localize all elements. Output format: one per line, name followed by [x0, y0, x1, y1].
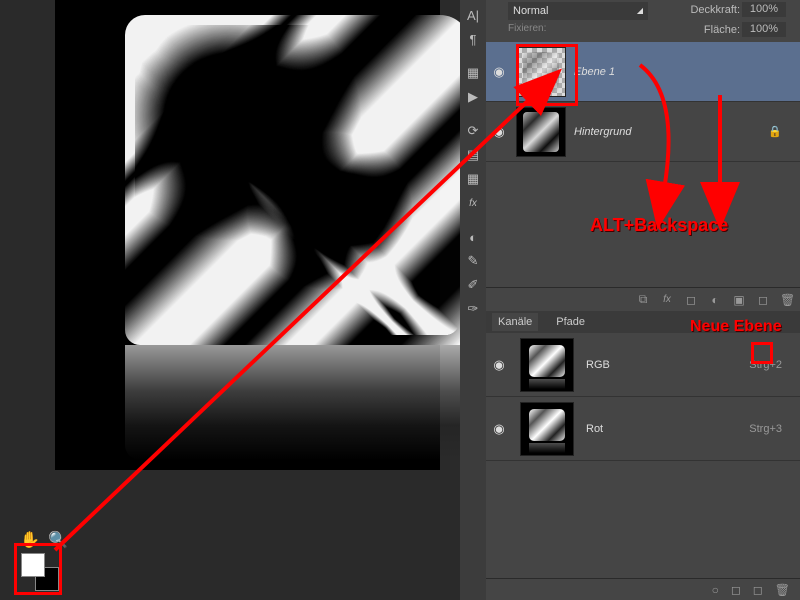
color-swatches[interactable] — [21, 553, 59, 591]
side-toolstrip: A| ¶ ▦ ▶ ⟳ ▤ ▦ fx ◐ ✎ ✐ ✑ — [460, 0, 486, 600]
image-reflection — [125, 345, 470, 460]
new-channel-icon[interactable]: ◻ — [753, 583, 763, 597]
character-panel-icon[interactable]: A| — [462, 4, 484, 26]
fx-icon[interactable]: fx — [462, 192, 484, 214]
brushset-icon[interactable]: ✑ — [462, 298, 484, 320]
channel-thumbnail[interactable] — [520, 402, 574, 456]
layer-row[interactable]: ◉ Hintergrund 🔒 — [486, 102, 800, 162]
tab-paths[interactable]: Pfade — [550, 313, 591, 331]
zoom-tool-icon[interactable]: 🔍 — [48, 530, 68, 550]
channel-thumbnail[interactable] — [520, 338, 574, 392]
hand-tool-icon[interactable]: ✋ — [20, 530, 40, 550]
channel-name: Rot — [586, 423, 749, 435]
swatches-icon[interactable]: ▦ — [462, 62, 484, 84]
channel-shortcut: Strg+3 — [749, 423, 782, 435]
blend-mode-select[interactable]: Normal ◢ — [508, 2, 648, 20]
tab-channels[interactable]: Kanäle — [492, 313, 538, 331]
image-ice-cube — [125, 15, 470, 345]
group-folder-icon[interactable]: ▣ — [732, 293, 746, 307]
layers-panel-header: Normal ◢ Deckkraft: 100% Fixieren: Fläch… — [486, 0, 800, 42]
actions-play-icon[interactable]: ▶ — [462, 86, 484, 108]
brush2-icon[interactable]: ✐ — [462, 274, 484, 296]
lock-icon: 🔒 — [768, 125, 782, 138]
history-icon[interactable]: ⟳ — [462, 120, 484, 142]
mask-button-icon[interactable]: ◻ — [684, 293, 698, 307]
channels-list: ◉ RGB Strg+2 ◉ Rot Strg+3 — [486, 333, 800, 578]
adjustments-icon[interactable]: ◐ — [462, 226, 484, 248]
fill-label: Fläche: — [704, 24, 740, 36]
dropdown-icon: ◢ — [637, 2, 643, 20]
measurement-icon[interactable]: ▤ — [462, 144, 484, 166]
layer-row[interactable]: ◉ Ebene 1 — [486, 42, 800, 102]
layer-name[interactable]: Ebene 1 — [574, 66, 615, 78]
new-layer-icon[interactable]: ◻ — [756, 293, 770, 307]
blend-mode-value: Normal — [513, 2, 548, 20]
right-panel: Normal ◢ Deckkraft: 100% Fixieren: Fläch… — [486, 0, 800, 600]
layers-list: ◉ Ebene 1 ◉ Hintergrund 🔒 — [486, 42, 800, 287]
canvas[interactable] — [55, 0, 440, 470]
trash-channel-icon[interactable]: 🗑 — [775, 583, 790, 597]
layers-footer: ⧉ fx ◻ ◐ ▣ ◻ 🗑 — [486, 287, 800, 311]
annotation-text-alt-backspace: ALT+Backspace — [590, 215, 728, 236]
opacity-label: Deckkraft: — [690, 4, 740, 16]
link-layers-icon[interactable]: ⧉ — [636, 292, 650, 307]
visibility-eye-icon[interactable]: ◉ — [490, 357, 508, 373]
visibility-eye-icon[interactable]: ◉ — [490, 124, 508, 140]
fx-button-icon[interactable]: fx — [660, 294, 674, 305]
load-selection-icon[interactable]: ○ — [712, 583, 719, 597]
fill-input[interactable]: 100% — [742, 22, 786, 37]
visibility-eye-icon[interactable]: ◉ — [490, 421, 508, 437]
document-canvas-area: ✋ 🔍 — [0, 0, 460, 600]
paragraph-panel-icon[interactable]: ¶ — [462, 28, 484, 50]
properties-icon[interactable]: ▦ — [462, 168, 484, 190]
layer-thumbnail[interactable] — [516, 47, 566, 97]
channel-name: RGB — [586, 359, 749, 371]
lock-label: Fixieren: — [508, 23, 546, 34]
adjustment-layer-icon[interactable]: ◐ — [708, 293, 722, 307]
annotation-text-neue-ebene: Neue Ebene — [690, 318, 782, 336]
visibility-eye-icon[interactable]: ◉ — [490, 64, 508, 80]
channel-row[interactable]: ◉ Rot Strg+3 — [486, 397, 800, 461]
foreground-color-swatch[interactable] — [21, 553, 45, 577]
layer-thumbnail[interactable] — [516, 107, 566, 157]
opacity-input[interactable]: 100% — [742, 2, 786, 17]
save-selection-icon[interactable]: ◻ — [731, 583, 741, 597]
channel-row[interactable]: ◉ RGB Strg+2 — [486, 333, 800, 397]
layer-name[interactable]: Hintergrund — [574, 126, 631, 138]
channels-footer: ○ ◻ ◻ 🗑 — [486, 578, 800, 600]
brush1-icon[interactable]: ✎ — [462, 250, 484, 272]
trash-icon[interactable]: 🗑 — [780, 293, 794, 307]
channel-shortcut: Strg+2 — [749, 359, 782, 371]
